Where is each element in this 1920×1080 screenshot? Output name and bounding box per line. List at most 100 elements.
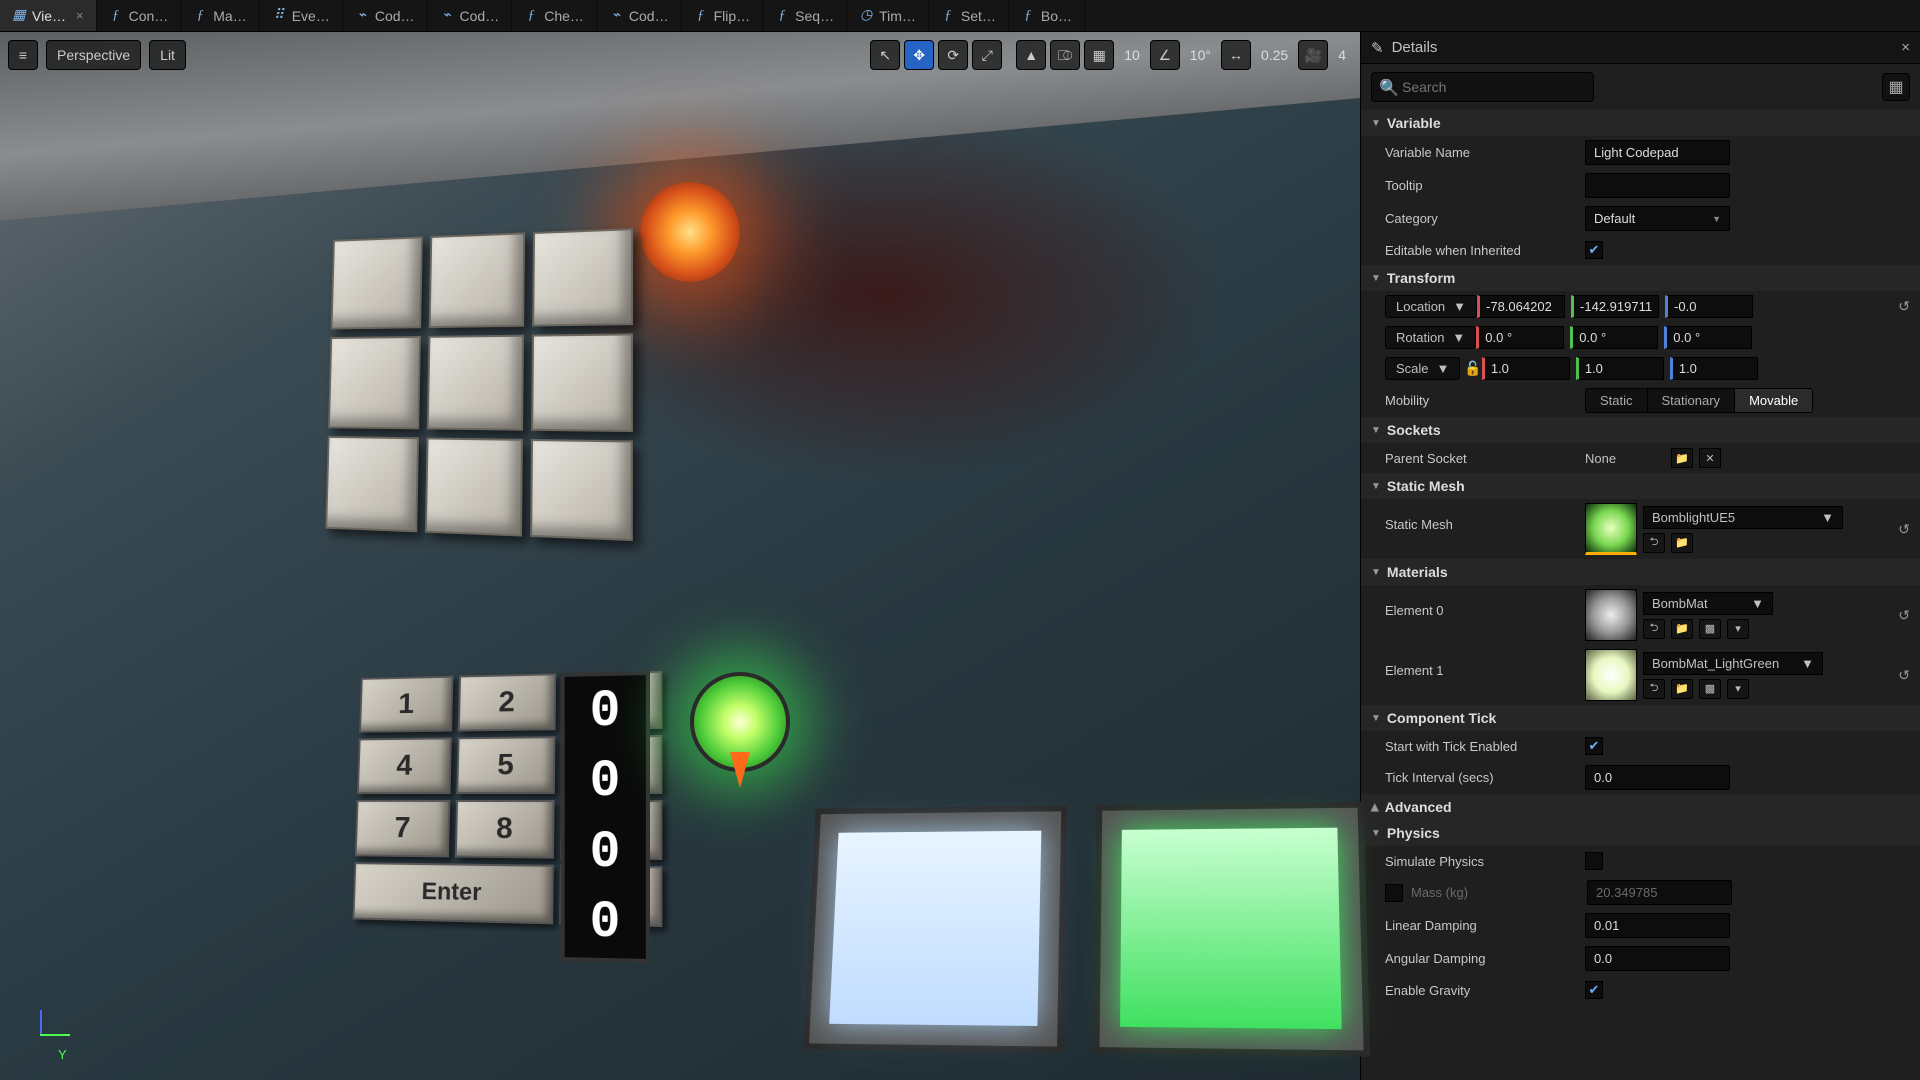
tab-viewport[interactable]: ▦Vie…× [0, 0, 97, 31]
texture-icon[interactable]: ▩ [1699, 679, 1721, 699]
scale-y[interactable] [1576, 357, 1664, 380]
tab-flip[interactable]: ƒFlip… [682, 0, 764, 31]
viewport-menu-button[interactable]: ≡ [8, 40, 38, 70]
mass-override-checkbox[interactable]: ✔ [1385, 884, 1403, 902]
tab-cod1[interactable]: ⌁Cod… [343, 0, 428, 31]
reset-icon[interactable]: ↺ [1898, 667, 1910, 684]
angular-damping-label: Angular Damping [1385, 951, 1585, 966]
editable-checkbox[interactable]: ✔ [1585, 241, 1603, 259]
scale-tool[interactable]: ⤢ [972, 40, 1002, 70]
rotate-tool[interactable]: ⟳ [938, 40, 968, 70]
clear-socket-icon[interactable]: ✕ [1699, 448, 1721, 468]
gravity-label: Enable Gravity [1385, 983, 1585, 998]
lock-icon[interactable]: 🔓 [1464, 360, 1481, 377]
use-selected-icon[interactable]: ⮌ [1643, 619, 1665, 639]
tab-bo[interactable]: ƒBo… [1009, 0, 1085, 31]
mobility-stationary[interactable]: Stationary [1648, 389, 1736, 412]
close-icon[interactable]: × [76, 8, 84, 23]
tab-ma[interactable]: ƒMa… [181, 0, 259, 31]
variable-name-label: Variable Name [1385, 145, 1585, 160]
sim-physics-checkbox[interactable]: ✔ [1585, 852, 1603, 870]
use-selected-icon[interactable]: ⮌ [1643, 533, 1665, 553]
location-z[interactable] [1665, 295, 1753, 318]
scale-x[interactable] [1482, 357, 1570, 380]
section-transform[interactable]: ▼Transform [1361, 265, 1920, 291]
tick-start-checkbox[interactable]: ✔ [1585, 737, 1603, 755]
mobility-static[interactable]: Static [1586, 389, 1648, 412]
angle-snap-toggle[interactable]: ∠ [1150, 40, 1180, 70]
browse-socket-icon[interactable]: 📁 [1671, 448, 1693, 468]
tab-con[interactable]: ƒCon… [97, 0, 182, 31]
chevron-down-icon[interactable]: ▾ [1727, 679, 1749, 699]
browse-icon[interactable]: 📁 [1671, 533, 1693, 553]
grid-snap-toggle[interactable]: ▦ [1084, 40, 1114, 70]
grid-snap-value[interactable]: 10 [1118, 47, 1146, 63]
translate-tool[interactable]: ✥ [904, 40, 934, 70]
tab-tim[interactable]: ◷Tim… [847, 0, 929, 31]
section-static-mesh[interactable]: ▼Static Mesh [1361, 473, 1920, 499]
tab-cod2[interactable]: ⌁Cod… [428, 0, 513, 31]
reset-icon[interactable]: ↺ [1898, 607, 1910, 624]
tab-eve[interactable]: ⠿Eve… [260, 0, 343, 31]
material0-thumbnail[interactable] [1585, 589, 1637, 641]
linear-damping-input[interactable] [1585, 913, 1730, 938]
camera-speed-icon[interactable]: 🎥 [1298, 40, 1328, 70]
texture-icon[interactable]: ▩ [1699, 619, 1721, 639]
use-selected-icon[interactable]: ⮌ [1643, 679, 1665, 699]
linear-damping-label: Linear Damping [1385, 918, 1585, 933]
chevron-down-icon: ▼ [1712, 214, 1721, 224]
snap-menu-icon[interactable]: ⎄ [1050, 40, 1080, 70]
gizmo-z-arrow-icon[interactable] [730, 752, 750, 788]
static-mesh-dropdown[interactable]: BomblightUE5▼ [1643, 506, 1843, 529]
angle-snap-value[interactable]: 10° [1184, 47, 1217, 63]
section-physics[interactable]: ▼Physics [1361, 820, 1920, 846]
search-input[interactable] [1371, 72, 1594, 102]
mesh-thumbnail[interactable] [1585, 503, 1637, 555]
category-dropdown[interactable]: Default▼ [1585, 206, 1730, 231]
fn-icon: ƒ [775, 9, 789, 23]
section-tick[interactable]: ▼Component Tick [1361, 705, 1920, 731]
settings-grid-icon[interactable]: ▦ [1882, 73, 1910, 101]
tab-set[interactable]: ƒSet… [929, 0, 1009, 31]
section-variable[interactable]: ▼Variable [1361, 110, 1920, 136]
tab-che[interactable]: ƒChe… [512, 0, 597, 31]
surface-snap-icon[interactable]: ▲ [1016, 40, 1046, 70]
rotation-y[interactable] [1570, 326, 1658, 349]
chevron-down-icon[interactable]: ▾ [1727, 619, 1749, 639]
scale-dropdown[interactable]: Scale▼ [1385, 357, 1460, 380]
location-dropdown[interactable]: Location▼ [1385, 295, 1477, 318]
section-sockets[interactable]: ▼Sockets [1361, 417, 1920, 443]
mobility-movable[interactable]: Movable [1735, 389, 1812, 412]
scale-z[interactable] [1670, 357, 1758, 380]
scale-snap-toggle[interactable]: ↔ [1221, 40, 1251, 70]
rotation-dropdown[interactable]: Rotation▼ [1385, 326, 1476, 349]
location-x[interactable] [1477, 295, 1565, 318]
material1-thumbnail[interactable] [1585, 649, 1637, 701]
scale-snap-value[interactable]: 0.25 [1255, 47, 1294, 63]
location-y[interactable] [1571, 295, 1659, 318]
lit-button[interactable]: Lit [149, 40, 186, 70]
rotation-z[interactable] [1664, 326, 1752, 349]
tab-seq[interactable]: ƒSeq… [763, 0, 847, 31]
reset-icon[interactable]: ↺ [1898, 298, 1910, 315]
browse-icon[interactable]: 📁 [1671, 679, 1693, 699]
rotation-x[interactable] [1476, 326, 1564, 349]
tick-interval-input[interactable] [1585, 765, 1730, 790]
perspective-button[interactable]: Perspective [46, 40, 141, 70]
close-icon[interactable]: × [1901, 39, 1910, 56]
section-advanced[interactable]: ▶Advanced [1361, 794, 1920, 820]
material0-dropdown[interactable]: BombMat▼ [1643, 592, 1773, 615]
angular-damping-input[interactable] [1585, 946, 1730, 971]
tooltip-input[interactable] [1585, 173, 1730, 198]
viewport[interactable]: ≡ Perspective Lit ↖ ✥ ⟳ ⤢ ▲ ⎄ ▦ 10 ∠ 10°… [0, 32, 1360, 1080]
material1-dropdown[interactable]: BombMat_LightGreen▼ [1643, 652, 1823, 675]
mobility-segmented: Static Stationary Movable [1585, 388, 1813, 413]
tab-cod3[interactable]: ⌁Cod… [597, 0, 682, 31]
browse-icon[interactable]: 📁 [1671, 619, 1693, 639]
camera-speed-value[interactable]: 4 [1332, 47, 1352, 63]
variable-name-input[interactable] [1585, 140, 1730, 165]
gravity-checkbox[interactable]: ✔ [1585, 981, 1603, 999]
section-materials[interactable]: ▼Materials [1361, 559, 1920, 585]
select-tool[interactable]: ↖ [870, 40, 900, 70]
reset-icon[interactable]: ↺ [1898, 521, 1910, 538]
